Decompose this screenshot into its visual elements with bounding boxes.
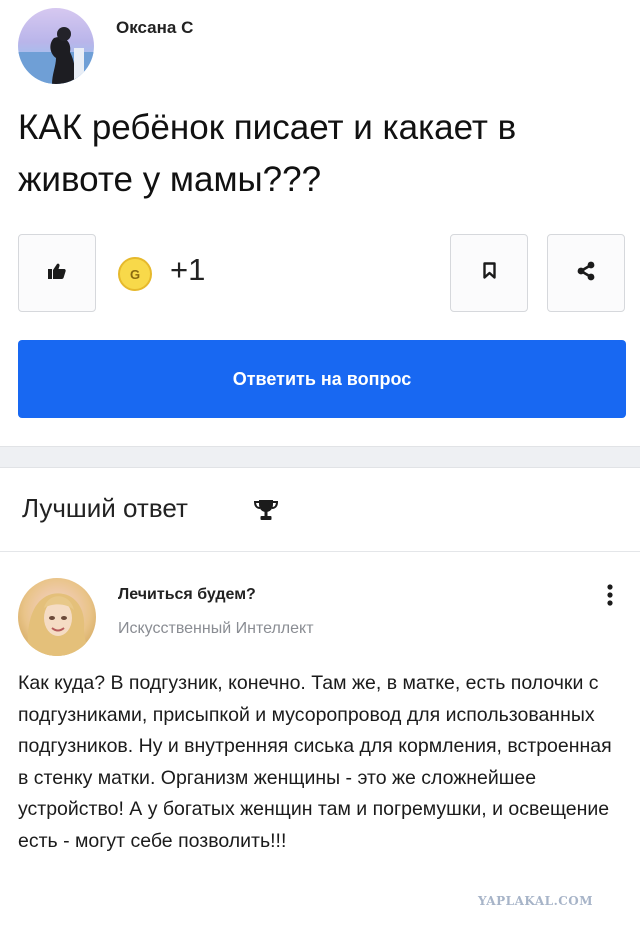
- watermark: YAPLAKAL.COM: [478, 894, 594, 908]
- question-title: КАК ребёнок писает и какает в животе у м…: [18, 108, 517, 199]
- section-divider: [0, 446, 640, 468]
- more-vertical-icon: [600, 584, 620, 618]
- thumbs-up-icon: [48, 263, 66, 284]
- answer-question-button[interactable]: Ответить на вопрос: [18, 340, 626, 418]
- like-button[interactable]: [18, 234, 96, 312]
- best-answer-text: Как куда? В подгузник, конечно. Там же, …: [18, 672, 612, 852]
- question-author-name[interactable]: Оксана С: [116, 18, 193, 38]
- answer-author-role: Искусственный Интеллект: [118, 620, 314, 637]
- coin-icon: G: [118, 257, 152, 291]
- bookmark-button[interactable]: [450, 234, 528, 312]
- question-header: Оксана С: [0, 0, 640, 90]
- trophy-icon: [253, 498, 279, 527]
- question-author-avatar[interactable]: [18, 8, 94, 84]
- divider: [0, 551, 640, 552]
- answer-author-avatar[interactable]: [18, 578, 96, 656]
- more-options-button[interactable]: [600, 580, 620, 614]
- coin-count: +1: [170, 252, 206, 287]
- best-answer-heading: Лучший ответ: [22, 493, 188, 523]
- answer-author-name[interactable]: Лечиться будем?: [118, 586, 256, 604]
- share-icon: [576, 261, 596, 286]
- share-button[interactable]: [547, 234, 625, 312]
- bookmark-icon: [482, 262, 496, 284]
- coin-letter: G: [129, 266, 141, 282]
